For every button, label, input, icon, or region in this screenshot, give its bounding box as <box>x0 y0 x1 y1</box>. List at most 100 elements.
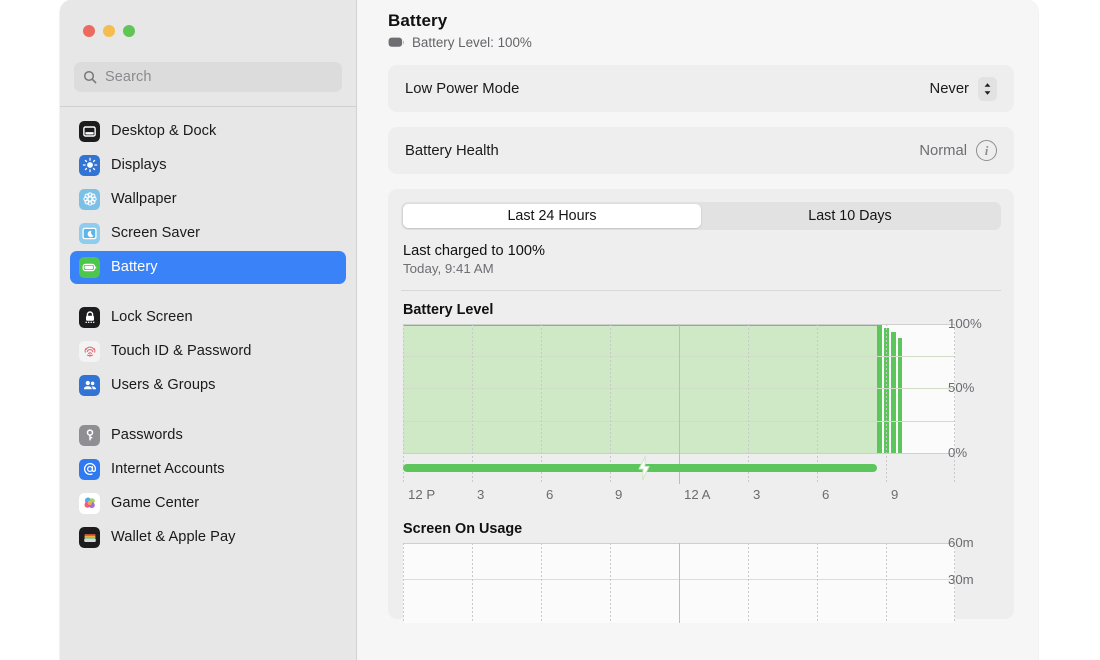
screen-on-usage-chart: 60m 30m <box>401 543 1001 623</box>
battery-bar <box>891 332 896 453</box>
gridline-v-midnight <box>679 543 680 623</box>
screen-on-usage-chart-title: Screen On Usage <box>403 521 1001 537</box>
sidebar-item-users-groups[interactable]: Users & Groups <box>70 369 346 402</box>
gridline-v <box>886 543 887 623</box>
search-input[interactable]: Search <box>74 62 342 92</box>
settings-window: Search Desktop & Dock <box>60 0 1038 660</box>
gridline-v <box>403 324 404 484</box>
chevron-updown-icon[interactable] <box>978 77 997 101</box>
tab-label: Last 10 Days <box>808 208 891 224</box>
usage-range-tabs: Last 24 Hours Last 10 Days <box>401 202 1001 230</box>
sidebar-group-gap <box>70 285 346 301</box>
gridline-v <box>817 324 818 484</box>
maximize-button[interactable] <box>123 25 135 37</box>
touch-id-icon <box>79 341 100 362</box>
sidebar-item-displays[interactable]: Displays <box>70 149 346 182</box>
battery-health-value: Normal <box>919 143 967 159</box>
search-container: Search <box>60 62 356 106</box>
usage-card: Last 24 Hours Last 10 Days Last charged … <box>388 189 1014 619</box>
gridline-v-midnight <box>679 324 680 484</box>
passwords-key-icon <box>79 425 100 446</box>
low-power-mode-card: Low Power Mode Never <box>388 65 1014 112</box>
y-tick-label: 30m <box>948 572 974 587</box>
low-power-mode-value: Never <box>930 81 969 97</box>
sidebar-item-label: Displays <box>111 157 167 173</box>
sidebar-item-label: Wallet & Apple Pay <box>111 529 235 545</box>
info-icon[interactable]: i <box>976 140 997 161</box>
sidebar-item-desktop-dock[interactable]: Desktop & Dock <box>70 115 346 148</box>
gridline-v <box>954 324 955 484</box>
wallet-apple-pay-icon <box>79 527 100 548</box>
y-tick-label: 60m <box>948 535 974 550</box>
sidebar-item-label: Touch ID & Password <box>111 343 251 359</box>
sidebar-item-label: Desktop & Dock <box>111 123 216 139</box>
battery-health-label: Battery Health <box>405 143 499 159</box>
x-tick-label: 6 <box>822 487 829 502</box>
gridline-v <box>748 324 749 484</box>
battery-health-row[interactable]: Battery Health Normal i <box>405 127 997 174</box>
gridline-v <box>472 543 473 623</box>
sidebar-item-touch-id[interactable]: Touch ID & Password <box>70 335 346 368</box>
battery-level-area-fill <box>403 324 877 453</box>
charging-bolt-icon <box>634 455 654 481</box>
last-charged-time: Today, 9:41 AM <box>403 261 1001 276</box>
sidebar-item-label: Internet Accounts <box>111 461 225 477</box>
users-groups-icon <box>79 375 100 396</box>
low-power-mode-row[interactable]: Low Power Mode Never <box>405 65 997 112</box>
x-tick-label: 3 <box>477 487 484 502</box>
minimize-button[interactable] <box>103 25 115 37</box>
sidebar-item-wallet-apple-pay[interactable]: Wallet & Apple Pay <box>70 521 346 554</box>
battery-level-chart-title: Battery Level <box>403 302 1001 318</box>
gridline-v <box>472 324 473 484</box>
battery-health-control[interactable]: Normal i <box>919 140 997 161</box>
gridline-v <box>748 543 749 623</box>
low-power-mode-control[interactable]: Never <box>930 77 997 101</box>
sidebar-item-game-center[interactable]: Game Center <box>70 487 346 520</box>
sidebar-item-internet-accounts[interactable]: Internet Accounts <box>70 453 346 486</box>
sidebar-item-lock-screen[interactable]: Lock Screen <box>70 301 346 334</box>
sidebar-item-label: Battery <box>111 259 158 275</box>
gridline-v <box>403 543 404 623</box>
close-button[interactable] <box>83 25 95 37</box>
sidebar-nav: Desktop & Dock Displays <box>60 107 356 660</box>
battery-full-icon <box>388 37 405 48</box>
y-tick-label: 100% <box>948 316 982 331</box>
x-tick-label: 9 <box>891 487 898 502</box>
search-icon <box>83 70 97 84</box>
battery-icon <box>79 257 100 278</box>
sidebar-item-label: Wallpaper <box>111 191 177 207</box>
sidebar-item-battery[interactable]: Battery <box>70 251 346 284</box>
tab-last-24-hours[interactable]: Last 24 Hours <box>403 204 701 228</box>
displays-icon <box>79 155 100 176</box>
sidebar-item-wallpaper[interactable]: Wallpaper <box>70 183 346 216</box>
game-center-icon <box>79 493 100 514</box>
sidebar-item-label: Users & Groups <box>111 377 216 393</box>
sidebar-item-passwords[interactable]: Passwords <box>70 419 346 452</box>
y-tick-label: 0% <box>948 445 967 460</box>
sidebar: Search Desktop & Dock <box>60 0 357 660</box>
x-tick-label: 6 <box>546 487 553 502</box>
internet-accounts-at-icon <box>79 459 100 480</box>
sidebar-item-screen-saver[interactable]: Screen Saver <box>70 217 346 250</box>
content-pane: Battery Battery Level: 100% Low Power Mo… <box>357 0 1038 660</box>
wallpaper-icon <box>79 189 100 210</box>
page-title: Battery <box>388 11 1014 31</box>
battery-level-summary: Battery Level: 100% <box>388 35 1014 50</box>
x-tick-label: 12 A <box>684 487 710 502</box>
sidebar-group-gap <box>70 403 346 419</box>
gridline-v <box>541 543 542 623</box>
search-placeholder: Search <box>105 69 152 85</box>
sidebar-item-label: Game Center <box>111 495 199 511</box>
x-tick-label: 12 P <box>408 487 435 502</box>
screen-saver-icon <box>79 223 100 244</box>
battery-level-text: Battery Level: 100% <box>412 35 532 50</box>
section-divider <box>401 290 1001 291</box>
x-tick-label: 9 <box>615 487 622 502</box>
sidebar-item-label: Screen Saver <box>111 225 200 241</box>
low-power-mode-label: Low Power Mode <box>405 81 519 97</box>
gridline-v <box>817 543 818 623</box>
last-charged-text: Last charged to 100% <box>403 243 1001 259</box>
tab-last-10-days[interactable]: Last 10 Days <box>701 204 999 228</box>
sidebar-item-label: Lock Screen <box>111 309 193 325</box>
lock-screen-icon <box>79 307 100 328</box>
